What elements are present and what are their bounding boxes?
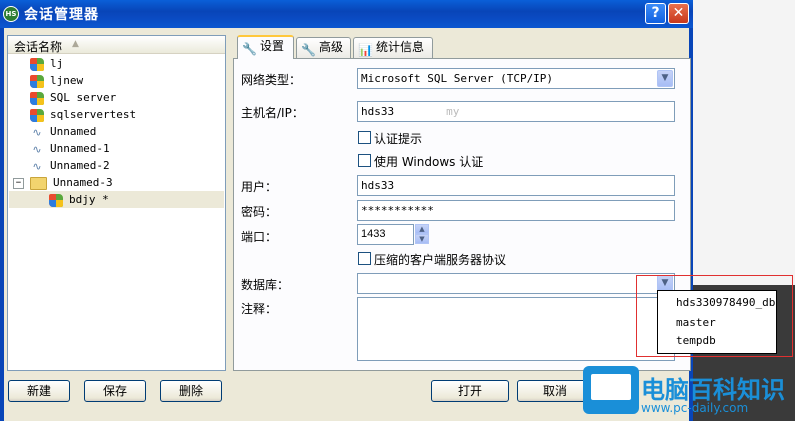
- chevron-down-icon[interactable]: ▼: [415, 234, 429, 244]
- title-bar[interactable]: HS 会话管理器 ? ✕: [0, 0, 693, 28]
- tree-column-header[interactable]: 会话名称 ▲: [8, 36, 225, 54]
- port-label: 端口：: [241, 230, 278, 244]
- windows-auth-label: 使用 Windows 认证: [374, 155, 484, 169]
- host-label: 主机名/IP：: [241, 106, 304, 120]
- password-label: 密码：: [241, 205, 278, 219]
- tree-header-label: 会话名称: [14, 40, 63, 54]
- chevron-up-icon[interactable]: ▲: [415, 224, 429, 234]
- port-stepper[interactable]: ▲ ▼: [415, 224, 429, 244]
- auth-prompt-label: 认证提示: [374, 132, 423, 146]
- wrench-icon: 🔧: [301, 43, 316, 57]
- background-region-light: [693, 0, 795, 285]
- host-value: hds33: [361, 105, 395, 118]
- app-icon: HS: [3, 6, 19, 22]
- watermark-logo-icon: [583, 366, 639, 414]
- user-input[interactable]: hds33: [357, 175, 675, 196]
- sort-ascending-icon: ▲: [72, 39, 79, 49]
- wrench-icon: 🔧: [242, 42, 257, 56]
- tree-item-bdjy[interactable]: bdjy *: [9, 191, 224, 208]
- window-frame-left: [0, 28, 4, 421]
- network-type-select[interactable]: Microsoft SQL Server (TCP/IP): [357, 68, 675, 89]
- tab-label: 高级: [319, 40, 344, 54]
- user-label: 用户：: [241, 180, 278, 194]
- tree-item-ljnew[interactable]: ljnew: [30, 72, 83, 89]
- host-value-tail: my: [446, 105, 460, 118]
- host-input[interactable]: hds33 my: [357, 101, 675, 122]
- tab-settings[interactable]: 🔧 设置: [237, 35, 294, 59]
- open-button[interactable]: 打开: [431, 380, 509, 402]
- windows-edit-icon: [49, 193, 63, 207]
- tree-item-label: Unnamed-1: [50, 142, 110, 155]
- compress-protocol-label: 压缩的客户端服务器协议: [374, 253, 507, 267]
- windows-icon: [30, 108, 44, 122]
- tree-item-unnamed-1[interactable]: ∿ Unnamed-1: [30, 140, 110, 157]
- auth-prompt-checkbox[interactable]: [358, 131, 371, 144]
- collapse-toggle-icon[interactable]: −: [13, 177, 24, 189]
- compress-protocol-checkbox[interactable]: [358, 252, 371, 265]
- port-input[interactable]: 1433: [357, 224, 414, 245]
- mysql-dolphin-icon: ∿: [32, 159, 42, 173]
- tab-advanced[interactable]: 🔧 高级: [296, 37, 351, 58]
- tab-label: 设置: [260, 39, 285, 53]
- delete-button[interactable]: 删除: [160, 380, 222, 402]
- tree-item-unnamed[interactable]: ∿ Unnamed: [30, 123, 96, 140]
- database-select[interactable]: [357, 273, 675, 294]
- tree-item-label: ljnew: [50, 74, 84, 87]
- window-title: 会话管理器: [24, 7, 99, 23]
- bar-chart-icon: 📊: [358, 43, 373, 57]
- folder-icon: [30, 176, 47, 190]
- tree-item-label: sqlservertest: [50, 108, 137, 121]
- tab-label: 统计信息: [376, 40, 425, 54]
- tree-item-label: Unnamed-3: [53, 176, 113, 189]
- mysql-dolphin-icon: ∿: [32, 142, 42, 156]
- windows-icon: [30, 91, 44, 105]
- mysql-dolphin-icon: ∿: [32, 125, 42, 139]
- highlight-box: [636, 275, 793, 357]
- chevron-down-icon[interactable]: ▼: [657, 70, 673, 87]
- save-button[interactable]: 保存: [84, 380, 146, 402]
- comment-label: 注释：: [241, 302, 278, 316]
- help-button[interactable]: ?: [645, 3, 666, 24]
- windows-icon: [30, 74, 44, 88]
- password-input[interactable]: ***********: [357, 200, 675, 221]
- watermark-title: 电脑百科知识: [641, 376, 785, 404]
- windows-auth-checkbox[interactable]: [358, 154, 371, 167]
- database-label: 数据库：: [241, 278, 290, 292]
- tree-item-sqlservertest[interactable]: sqlservertest: [30, 106, 136, 123]
- new-button[interactable]: 新建: [8, 380, 70, 402]
- watermark-url: www.pc-daily.com: [641, 401, 749, 415]
- tree-item-sql-server[interactable]: SQL server: [30, 89, 116, 106]
- tree-item-label: lj: [50, 57, 64, 70]
- close-button[interactable]: ✕: [668, 3, 689, 24]
- tree-item-label: Unnamed: [50, 125, 97, 138]
- tree-item-label: SQL server: [50, 91, 117, 104]
- tree-item-unnamed-2[interactable]: ∿ Unnamed-2: [30, 157, 110, 174]
- cancel-button[interactable]: 取消: [517, 380, 593, 402]
- tree-item-label: Unnamed-2: [50, 159, 110, 172]
- session-tree[interactable]: 会话名称 ▲ lj ljnew SQL server sqlservertest…: [7, 35, 226, 371]
- tree-item-label: bdjy *: [69, 193, 109, 206]
- tab-statistics[interactable]: 📊 统计信息: [353, 37, 433, 58]
- tree-item-unnamed-3[interactable]: − Unnamed-3: [13, 174, 113, 191]
- windows-icon: [30, 57, 44, 71]
- network-type-label: 网络类型：: [241, 73, 302, 87]
- tree-item-lj[interactable]: lj: [30, 55, 63, 72]
- comment-textarea[interactable]: [357, 297, 675, 361]
